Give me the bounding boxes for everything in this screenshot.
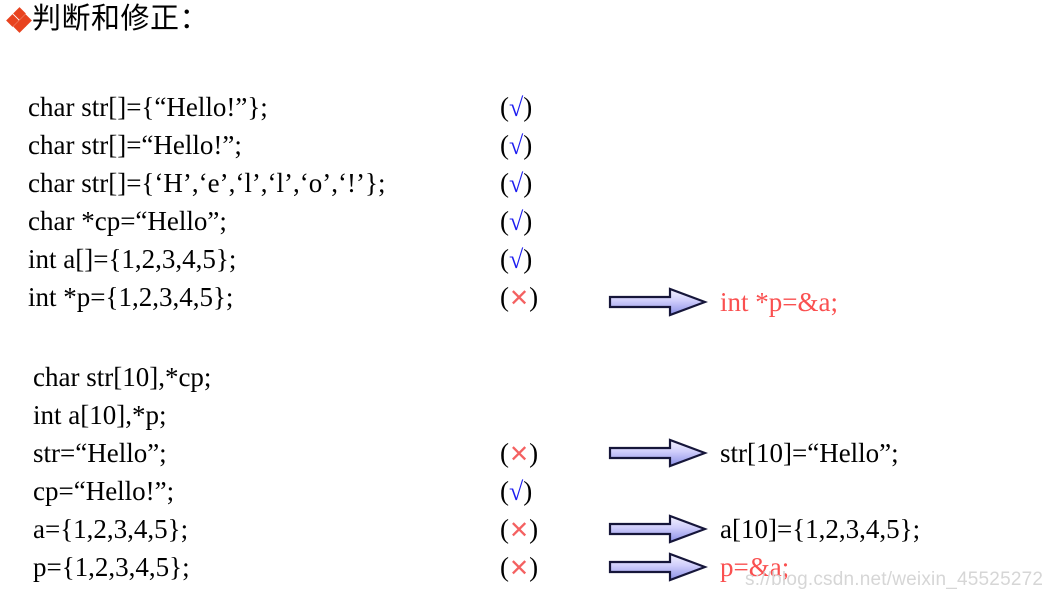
status-marker-incorrect: (✕) (500, 282, 539, 312)
page-title: 判断和修正： (6, 3, 210, 35)
code-line: char str[]={‘H’,‘e’,‘l’,‘l’,‘o’,‘!’}; (28, 168, 386, 198)
code-line: int *p={1,2,3,4,5}; (28, 282, 234, 312)
page-title-text: 判断和修正： (32, 3, 210, 35)
check-icon: √ (509, 477, 524, 506)
right-block-arrow-icon (608, 287, 708, 317)
status-marker-incorrect: (✕) (500, 514, 539, 544)
diamond-cluster-bullet-icon (6, 7, 32, 33)
cross-icon: ✕ (509, 285, 530, 312)
status-marker-correct: (√) (500, 244, 533, 274)
code-line: cp=“Hello!”; (33, 476, 175, 506)
check-icon: √ (509, 207, 524, 236)
status-marker-correct: (√) (500, 206, 533, 236)
check-icon: √ (509, 131, 524, 160)
correction-row: a[10]={1,2,3,4,5}; (608, 510, 920, 548)
check-icon: √ (509, 245, 524, 274)
code-line: char str[]={“Hello!”}; (28, 92, 268, 122)
code-line: str=“Hello”; (33, 438, 167, 468)
code-line: int a[]={1,2,3,4,5}; (28, 244, 237, 274)
status-marker-correct: (√) (500, 92, 533, 122)
status-marker-correct: (√) (500, 476, 533, 506)
status-marker-incorrect: (✕) (500, 552, 539, 582)
correction-text: a[10]={1,2,3,4,5}; (720, 514, 921, 544)
status-marker-correct: (√) (500, 130, 533, 160)
check-icon: √ (509, 93, 524, 122)
status-marker-incorrect: (✕) (500, 438, 539, 468)
cross-icon: ✕ (509, 517, 530, 544)
watermark-text: s://blog.csdn.net/weixin_45525272 (745, 569, 1044, 590)
right-block-arrow-icon (608, 438, 708, 468)
correction-text: int *p=&a; (720, 287, 838, 317)
cross-icon: ✕ (509, 555, 530, 582)
check-icon: √ (509, 169, 524, 198)
correction-row: str[10]=“Hello”; (608, 434, 899, 472)
code-line: int a[10],*p; (33, 400, 167, 430)
correction-row: int *p=&a; (608, 283, 838, 321)
code-line: a={1,2,3,4,5}; (33, 514, 189, 544)
right-block-arrow-icon (608, 552, 708, 582)
code-line: char str[10],*cp; (33, 362, 212, 392)
correction-text: str[10]=“Hello”; (720, 438, 899, 468)
right-block-arrow-icon (608, 514, 708, 544)
code-line: char *cp=“Hello”; (28, 206, 227, 236)
code-line: char str[]=“Hello!”; (28, 130, 242, 160)
code-line: p={1,2,3,4,5}; (33, 552, 190, 582)
cross-icon: ✕ (509, 441, 530, 468)
status-marker-correct: (√) (500, 168, 533, 198)
